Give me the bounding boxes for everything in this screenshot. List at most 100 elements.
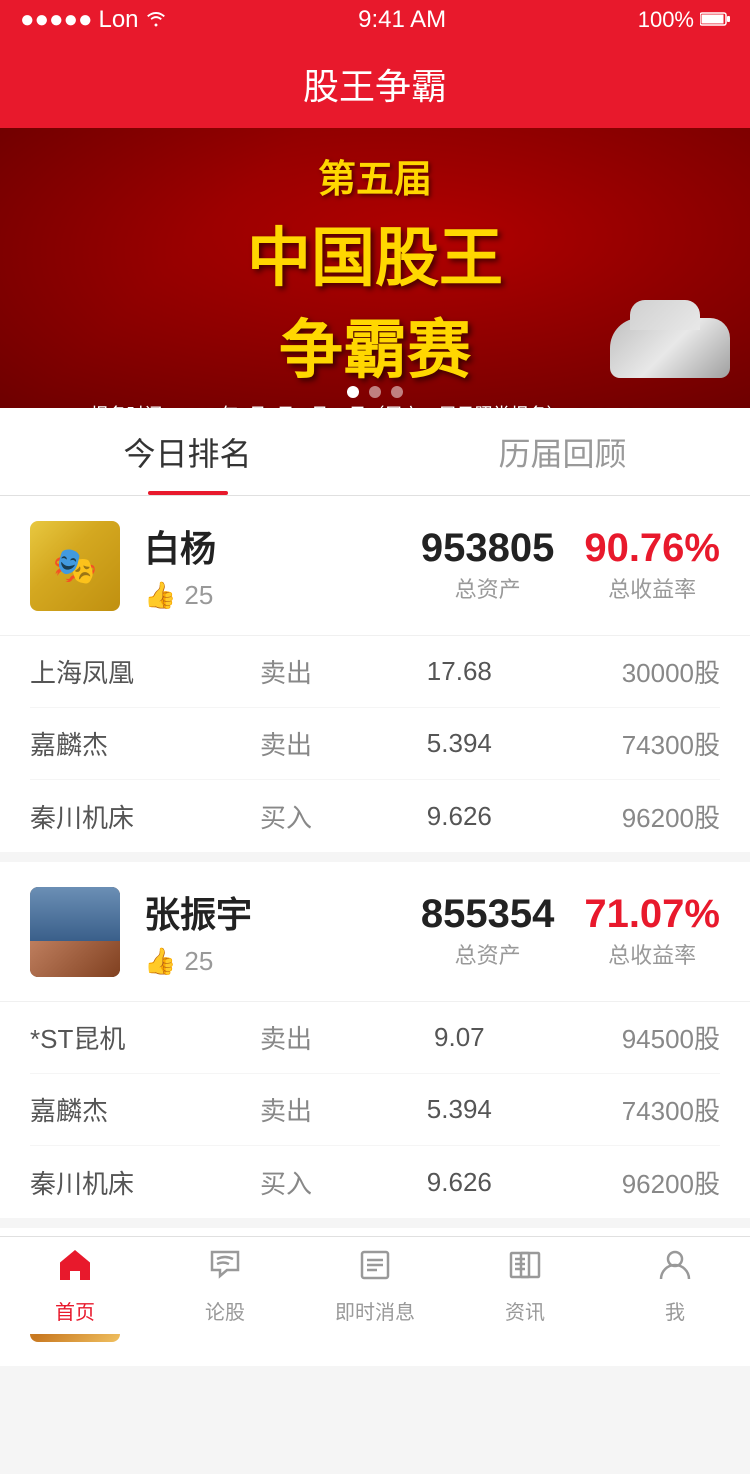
- trade-name-1-3: 秦川机床: [30, 798, 260, 835]
- player-assets-1: 953805: [421, 528, 554, 568]
- messages-icon: [357, 1247, 393, 1292]
- status-bar-right: 100%: [638, 7, 730, 33]
- trade-type-2-1: 卖出: [260, 1019, 383, 1056]
- player-likes-1: 👍 25: [144, 580, 421, 611]
- avatar-zhangzhenyu: [30, 887, 120, 977]
- tab-today-ranking[interactable]: 今日排名: [0, 408, 375, 495]
- status-bar-left: ●●●●● Lon: [20, 6, 167, 34]
- nav-profile-label: 我: [665, 1296, 685, 1325]
- player-stats-2: 855354 总资产 71.07% 总收益率: [421, 894, 720, 970]
- trade-type-1-3: 买入: [260, 798, 383, 835]
- trade-row-2-2: 嘉麟杰 卖出 5.394 74300股: [30, 1074, 720, 1146]
- player-avatar-1: 🎭: [30, 521, 120, 611]
- banner-title-part1: 中国股王: [247, 207, 503, 299]
- trade-type-2-3: 买入: [260, 1164, 383, 1201]
- nav-discuss-label: 论股: [205, 1296, 245, 1325]
- trade-rows-2: *ST昆机 卖出 9.07 94500股 嘉麟杰 卖出 5.394 74300股…: [0, 1002, 750, 1218]
- player-info-1: 白杨 👍 25: [144, 520, 421, 611]
- banner-dot-3[interactable]: [391, 386, 403, 398]
- player-name-1: 白杨: [144, 520, 421, 572]
- player-card-1: 🎭 白杨 👍 25 953805 总资产 90.76%: [0, 496, 750, 852]
- trade-price-1-2: 5.394: [383, 728, 536, 759]
- banner-subtitle-top: 第五届: [30, 148, 720, 203]
- profile-icon: [657, 1247, 693, 1292]
- signal-dots: ●●●●●: [20, 6, 92, 34]
- rate-label-1: 总收益率: [584, 572, 720, 604]
- player-header-1: 🎭 白杨 👍 25 953805 总资产 90.76%: [0, 496, 750, 636]
- trade-shares-2-2: 74300股: [536, 1091, 720, 1128]
- player-card-2: 张振宇 👍 25 855354 总资产 71.07% 总收益率: [0, 862, 750, 1218]
- promotional-banner[interactable]: 第五届 中国股王 争霸赛 报名时间：2015年8月1日-8月17日（周六、周日照…: [0, 128, 750, 408]
- page-title: 股王争霸: [303, 58, 447, 110]
- trade-row-1-1: 上海凤凰 卖出 17.68 30000股: [30, 636, 720, 708]
- trade-name-2-3: 秦川机床: [30, 1164, 260, 1201]
- trade-shares-1-2: 74300股: [536, 725, 720, 762]
- likes-count-2: 25: [184, 946, 213, 977]
- trade-name-2-2: 嘉麟杰: [30, 1091, 260, 1128]
- nav-messages-label: 即时消息: [335, 1296, 415, 1325]
- nav-news-label: 资讯: [505, 1296, 545, 1325]
- wifi-icon: [145, 6, 167, 34]
- bottom-navigation: 首页 论股 即时消息: [0, 1236, 750, 1334]
- battery-label: 100%: [638, 7, 694, 33]
- player-avatar-2: [30, 887, 120, 977]
- trade-price-1-1: 17.68: [383, 656, 536, 687]
- trade-name-1-2: 嘉麟杰: [30, 725, 260, 762]
- trade-name-2-1: *ST昆机: [30, 1019, 260, 1056]
- nav-home[interactable]: 首页: [0, 1247, 150, 1325]
- assets-label-2: 总资产: [421, 938, 554, 970]
- avatar-baiyang: 🎭: [30, 521, 120, 611]
- nav-messages[interactable]: 即时消息: [300, 1247, 450, 1325]
- player-stats-1: 953805 总资产 90.76% 总收益率: [421, 528, 720, 604]
- status-bar: ●●●●● Lon 9:41 AM 100%: [0, 0, 750, 40]
- banner-title-part2: 争霸赛: [279, 299, 471, 391]
- assets-label-1: 总资产: [421, 572, 554, 604]
- nav-news[interactable]: 资讯: [450, 1247, 600, 1325]
- player-rate-1: 90.76%: [584, 528, 720, 568]
- thumb-up-icon-1: 👍: [144, 580, 176, 611]
- player-header-2: 张振宇 👍 25 855354 总资产 71.07% 总收益率: [0, 862, 750, 1002]
- trade-type-1-1: 卖出: [260, 653, 383, 690]
- likes-count-1: 25: [184, 580, 213, 611]
- home-icon: [57, 1247, 93, 1292]
- trade-type-2-2: 卖出: [260, 1091, 383, 1128]
- player-likes-2: 👍 25: [144, 946, 421, 977]
- trade-shares-2-3: 96200股: [536, 1164, 720, 1201]
- trade-row-2-1: *ST昆机 卖出 9.07 94500股: [30, 1002, 720, 1074]
- player-assets-2: 855354: [421, 894, 554, 934]
- discuss-icon: [207, 1247, 243, 1292]
- trade-price-2-3: 9.626: [383, 1167, 536, 1198]
- carrier-label: Lon: [98, 6, 138, 34]
- trade-row-1-3: 秦川机床 买入 9.626 96200股: [30, 780, 720, 852]
- trade-price-2-1: 9.07: [383, 1022, 536, 1053]
- trade-price-1-3: 9.626: [383, 801, 536, 832]
- tab-bar: 今日排名 历届回顾: [0, 408, 750, 496]
- trade-row-1-2: 嘉麟杰 卖出 5.394 74300股: [30, 708, 720, 780]
- trade-rows-1: 上海凤凰 卖出 17.68 30000股 嘉麟杰 卖出 5.394 74300股…: [0, 636, 750, 852]
- status-time: 9:41 AM: [358, 6, 446, 34]
- nav-home-label: 首页: [55, 1296, 95, 1325]
- player-info-2: 张振宇 👍 25: [144, 886, 421, 977]
- player-rate-2: 71.07%: [584, 894, 720, 934]
- trade-type-1-2: 卖出: [260, 725, 383, 762]
- player-name-2: 张振宇: [144, 886, 421, 938]
- banner-car-decoration: [610, 318, 730, 378]
- trade-price-2-2: 5.394: [383, 1094, 536, 1125]
- app-header: 股王争霸: [0, 40, 750, 128]
- banner-dots: [347, 386, 403, 398]
- banner-registration-text: 报名时间：2015年8月1日-8月17日（周六、周日照常报名），9:30-18:…: [30, 401, 720, 408]
- banner-dot-2[interactable]: [369, 386, 381, 398]
- news-icon: [507, 1247, 543, 1292]
- trade-shares-1-3: 96200股: [536, 798, 720, 835]
- battery-icon: [700, 7, 730, 33]
- nav-discuss[interactable]: 论股: [150, 1247, 300, 1325]
- trade-name-1-1: 上海凤凰: [30, 653, 260, 690]
- thumb-up-icon-2: 👍: [144, 946, 176, 977]
- banner-dot-1[interactable]: [347, 386, 359, 398]
- trade-shares-2-1: 94500股: [536, 1019, 720, 1056]
- nav-profile[interactable]: 我: [600, 1247, 750, 1325]
- trade-shares-1-1: 30000股: [536, 653, 720, 690]
- tab-history-review[interactable]: 历届回顾: [375, 408, 750, 495]
- trade-row-2-3: 秦川机床 买入 9.626 96200股: [30, 1146, 720, 1218]
- rate-label-2: 总收益率: [584, 938, 720, 970]
